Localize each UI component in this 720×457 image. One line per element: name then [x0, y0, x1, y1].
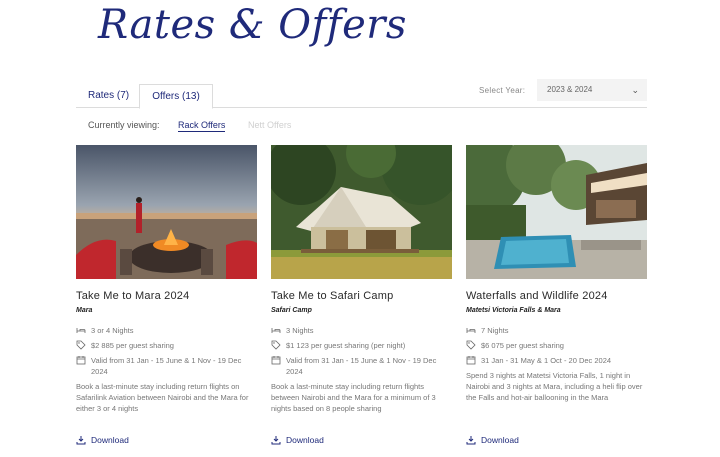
offer-valid: 31 Jan - 31 May & 1 Oct - 20 Dec 2024 — [481, 356, 612, 365]
calendar-icon — [76, 356, 86, 365]
offer-description: Book a last-minute stay including return… — [271, 382, 436, 413]
offer-image-mara — [76, 145, 257, 279]
calendar-icon — [271, 356, 281, 365]
offer-price: $6 075 per guest sharing — [481, 341, 564, 350]
offer-nights: 3 Nights — [286, 326, 314, 335]
offer-price: $1 123 per guest sharing (per night) — [286, 341, 406, 350]
calendar-icon — [466, 356, 476, 365]
download-icon — [271, 436, 281, 445]
offer-nights: 3 or 4 Nights — [91, 326, 134, 335]
offer-location: Matetsi Victoria Falls & Mara — [466, 307, 561, 314]
rack-offers-tab[interactable]: Rack Offers — [178, 120, 226, 132]
viewing-label: Currently viewing: — [88, 120, 160, 130]
offer-location: Mara — [76, 307, 93, 314]
download-icon — [76, 436, 86, 445]
bed-icon — [466, 328, 476, 333]
page-title: Rates & Offers — [98, 2, 407, 48]
download-button[interactable]: Download — [466, 435, 519, 445]
chevron-down-icon: ⌄ — [631, 85, 639, 95]
offer-description: Spend 3 nights at Matetsi Victoria Falls… — [466, 371, 643, 402]
bed-icon — [271, 328, 281, 333]
offer-valid: Valid from 31 Jan - 15 June & 1 Nov - 19… — [91, 356, 242, 376]
tag-icon — [271, 340, 281, 350]
tag-icon — [76, 340, 86, 350]
offer-price: $2 885 per guest sharing — [91, 341, 174, 350]
tab-offers[interactable]: Offers (13) — [139, 84, 213, 109]
offer-title: Take Me to Safari Camp — [271, 290, 394, 302]
offer-image-safari-camp — [271, 145, 452, 279]
offer-nights: 7 Nights — [481, 326, 509, 335]
offer-card: Take Me to Mara 2024 Mara 3 or 4 Nights … — [76, 145, 257, 445]
download-label: Download — [481, 435, 519, 445]
download-label: Download — [91, 435, 129, 445]
offer-title: Take Me to Mara 2024 — [76, 290, 190, 302]
download-button[interactable]: Download — [271, 435, 324, 445]
year-select[interactable]: 2023 & 2024 ⌄ — [537, 79, 647, 101]
nett-offers-tab[interactable]: Nett Offers — [248, 120, 291, 130]
tag-icon — [466, 340, 476, 350]
offer-title: Waterfalls and Wildlife 2024 — [466, 290, 608, 302]
download-button[interactable]: Download — [76, 435, 129, 445]
offer-location: Safari Camp — [271, 307, 312, 314]
download-icon — [466, 436, 476, 445]
download-label: Download — [286, 435, 324, 445]
offer-card: Waterfalls and Wildlife 2024 Matetsi Vic… — [466, 145, 647, 445]
offer-card: Take Me to Safari Camp Safari Camp 3 Nig… — [271, 145, 452, 445]
bed-icon — [76, 328, 86, 333]
year-label: Select Year: — [479, 86, 526, 95]
tab-rates[interactable]: Rates (7) — [88, 84, 129, 108]
offer-valid: Valid from 31 Jan - 15 June & 1 Nov - 19… — [286, 356, 437, 376]
offer-image-waterfalls — [466, 145, 647, 279]
year-select-value: 2023 & 2024 — [547, 85, 593, 94]
offer-description: Book a last-minute stay including return… — [76, 382, 249, 413]
